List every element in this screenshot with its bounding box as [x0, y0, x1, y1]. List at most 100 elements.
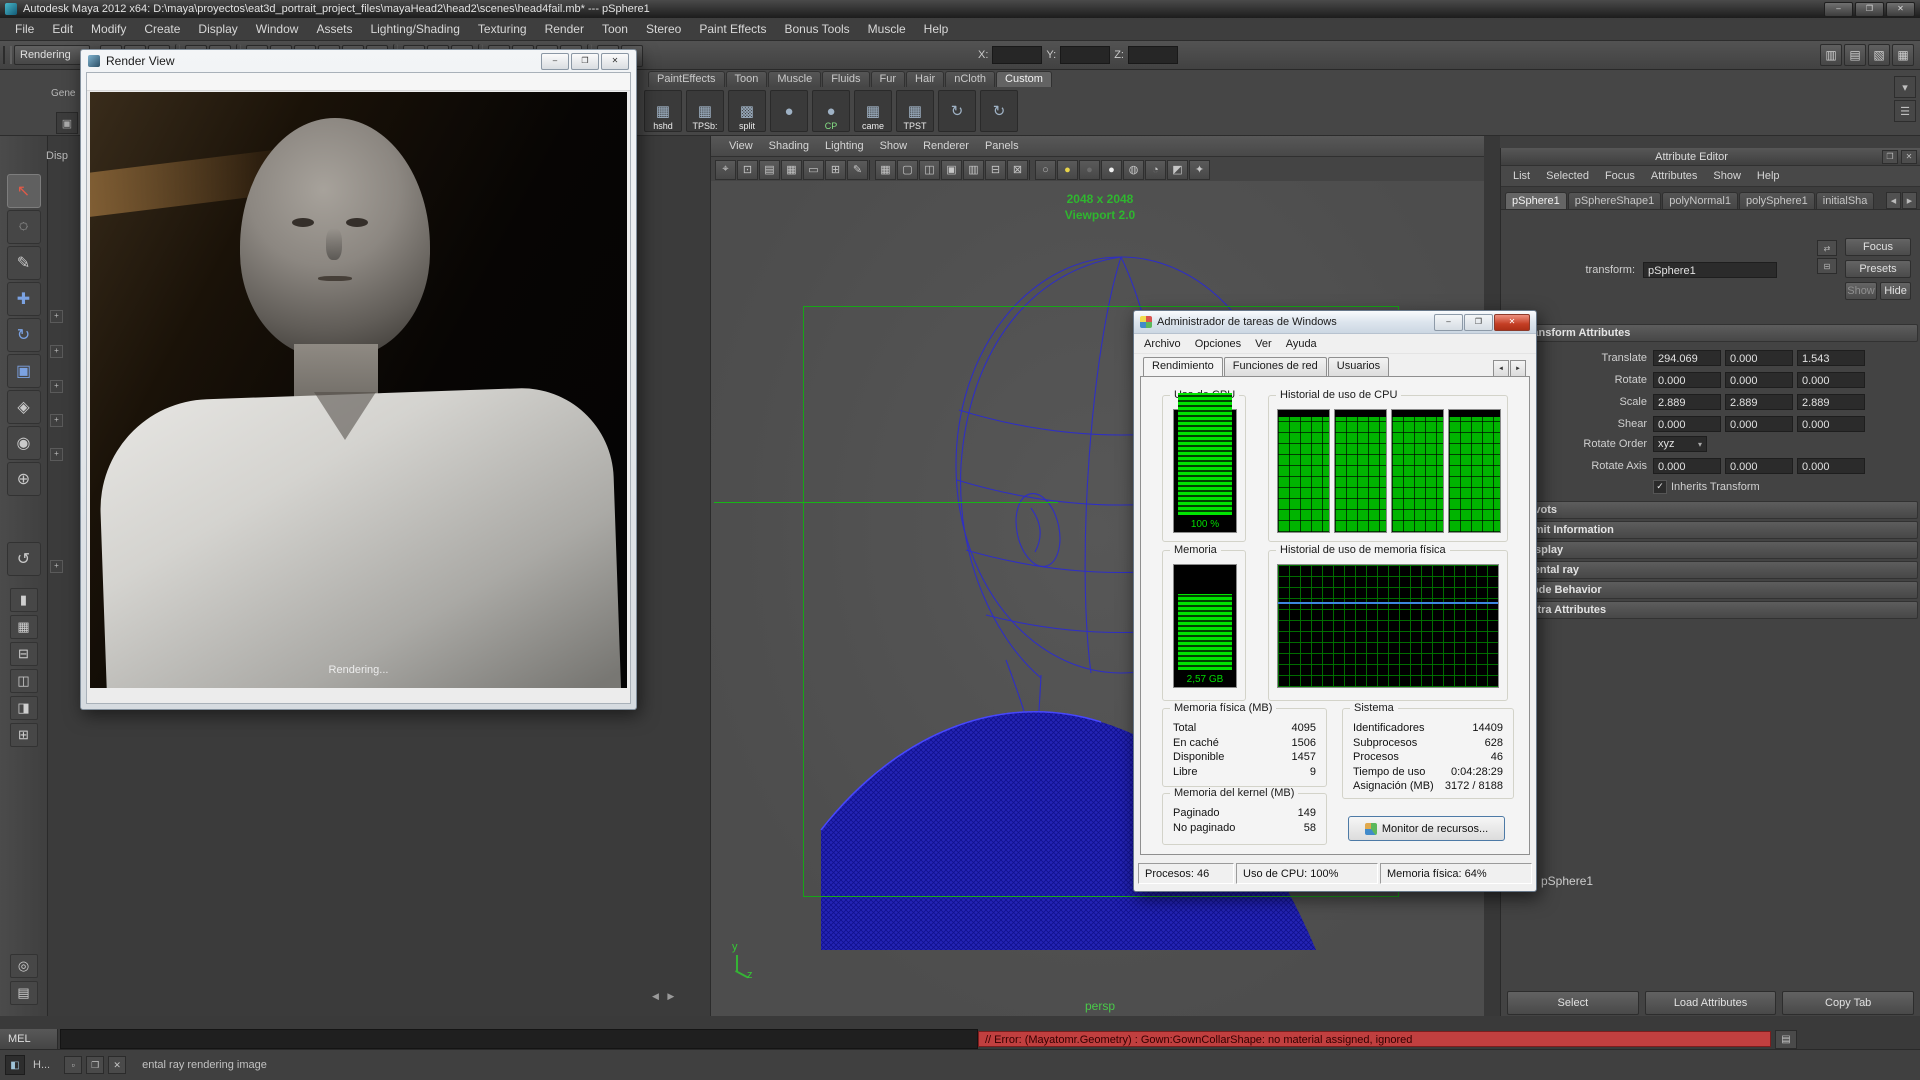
soft-modification-tool[interactable]: ◉ — [7, 426, 41, 460]
lighting-off-icon[interactable]: ○ — [1035, 160, 1056, 180]
section-node-behavior[interactable]: Node Behavior — [1505, 581, 1918, 599]
shelf-item-split[interactable]: ▩ split — [728, 90, 766, 132]
shelf-item-sphere[interactable]: ● — [770, 90, 808, 132]
ae-tab-psphereshape1[interactable]: pSphereShape1 — [1568, 192, 1662, 209]
safe-title-icon[interactable]: ⊠ — [1007, 160, 1028, 180]
isolate-select-icon[interactable]: ◩ — [1167, 160, 1188, 180]
command-language-selector[interactable]: MEL — [0, 1029, 58, 1049]
vp-menu-shading[interactable]: Shading — [761, 140, 817, 152]
menu-paint-effects[interactable]: Paint Effects — [690, 22, 775, 36]
expand-node-icon[interactable]: ⊟ — [1817, 258, 1837, 274]
copy-tab-icon[interactable]: ❐ — [1882, 150, 1898, 164]
help-line-icon[interactable]: ◧ — [5, 1055, 25, 1075]
shelf-tab-hair[interactable]: Hair — [906, 71, 944, 87]
split-pane-icon[interactable]: ❐ — [86, 1056, 104, 1074]
outliner-toggle-icon[interactable]: ◎ — [10, 954, 38, 978]
gate-mask-icon[interactable]: ▣ — [941, 160, 962, 180]
select-button[interactable]: Select — [1507, 991, 1639, 1015]
hide-button[interactable]: Hide — [1880, 282, 1911, 300]
show-manipulator-tool[interactable]: ⊕ — [7, 462, 41, 496]
menu-toon[interactable]: Toon — [593, 22, 637, 36]
command-result-error[interactable]: // Error: (Mayatomr.Geometry) : Gown:Gow… — [978, 1031, 1771, 1047]
attribute-value-y[interactable]: 0.000 — [1725, 350, 1793, 366]
rotate-order-dropdown[interactable]: xyz▾ — [1653, 436, 1707, 452]
focus-button[interactable]: Focus — [1845, 238, 1911, 256]
menu-modify[interactable]: Modify — [82, 22, 135, 36]
command-input[interactable] — [60, 1029, 978, 1049]
select-camera-icon[interactable]: ⌖ — [715, 160, 736, 180]
four-pane-layout-button[interactable]: ▦ — [10, 615, 38, 639]
tm-maximize-button[interactable]: ❐ — [1464, 314, 1493, 331]
script-editor-icon[interactable]: ▤ — [1775, 1030, 1797, 1049]
section-pivots[interactable]: Pivots — [1505, 501, 1918, 519]
shelf-item-cp[interactable]: ● CP — [812, 90, 850, 132]
menu-stereo[interactable]: Stereo — [637, 22, 690, 36]
two-pane-stacked-layout-button[interactable]: ⊟ — [10, 642, 38, 666]
two-pane-side-layout-button[interactable]: ◫ — [10, 669, 38, 693]
shelf-menu-icon[interactable]: ▾ — [1894, 76, 1916, 98]
ae-menu-show[interactable]: Show — [1705, 170, 1749, 182]
ae-tab-polysphere1[interactable]: polySphere1 — [1739, 192, 1815, 209]
vp-menu-panels[interactable]: Panels — [977, 140, 1027, 152]
menu-edit[interactable]: Edit — [43, 22, 82, 36]
shelf-tab-fur[interactable]: Fur — [871, 71, 906, 87]
rotate-axis-y[interactable]: 0.000 — [1725, 458, 1793, 474]
single-pane-icon[interactable]: ▫ — [64, 1056, 82, 1074]
ae-tab-initialsha[interactable]: initialSha — [1816, 192, 1875, 209]
single-pane-layout-button[interactable]: ▮ — [10, 588, 38, 612]
film-gate-icon[interactable]: ▢ — [897, 160, 918, 180]
rotate-axis-z[interactable]: 0.000 — [1797, 458, 1865, 474]
shelf-item-refresh-a[interactable]: ↻ — [938, 90, 976, 132]
rotate-axis-x[interactable]: 0.000 — [1653, 458, 1721, 474]
shelf-options-icon[interactable]: ☰ — [1894, 100, 1916, 122]
presets-button[interactable]: Presets — [1845, 260, 1911, 278]
section-transform-attributes[interactable]: Transform Attributes — [1503, 324, 1918, 342]
vp-menu-lighting[interactable]: Lighting — [817, 140, 872, 152]
shadows-icon[interactable]: ● — [1079, 160, 1100, 180]
attribute-value-y[interactable]: 0.000 — [1725, 416, 1793, 432]
ae-menu-attributes[interactable]: Attributes — [1643, 170, 1705, 182]
tab-scroll-left-icon[interactable]: ◀ — [1886, 192, 1901, 209]
rv-minimize-button[interactable]: – — [541, 53, 569, 70]
rv-close-button[interactable]: ✕ — [601, 53, 629, 70]
tm-menu-ayuda[interactable]: Ayuda — [1279, 338, 1324, 350]
tm-tab-funciones-red[interactable]: Funciones de red — [1224, 357, 1327, 377]
shelf-item-hshd[interactable]: ▦ hshd — [644, 90, 682, 132]
vp-menu-show[interactable]: Show — [872, 140, 916, 152]
menu-bonus-tools[interactable]: Bonus Tools — [776, 22, 859, 36]
pane-toggle[interactable] — [50, 345, 63, 358]
attribute-value-y[interactable]: 0.000 — [1725, 372, 1793, 388]
shelf-tab-muscle[interactable]: Muscle — [768, 71, 821, 87]
tab-arrow-right-icon[interactable]: ► — [1510, 360, 1526, 377]
pane-toggle[interactable] — [50, 310, 63, 323]
grid-icon[interactable]: ▦ — [875, 160, 896, 180]
shelf-tab-ncloth[interactable]: nCloth — [945, 71, 995, 87]
tm-minimize-button[interactable]: – — [1434, 314, 1463, 331]
textured-icon[interactable]: ● — [1101, 160, 1122, 180]
scale-tool[interactable]: ▣ — [7, 354, 41, 388]
menu-muscle[interactable]: Muscle — [859, 22, 915, 36]
wireframe-on-shaded-icon[interactable]: ◍ — [1123, 160, 1144, 180]
menu-texturing[interactable]: Texturing — [469, 22, 536, 36]
renderer-options-icon[interactable]: ✦ — [1189, 160, 1210, 180]
shelf-tab-custom[interactable]: Custom — [996, 71, 1052, 87]
section-limit-information[interactable]: Limit Information — [1505, 521, 1918, 539]
tm-tab-rendimiento[interactable]: Rendimiento — [1143, 357, 1223, 377]
show-tool-settings-icon[interactable]: ▧ — [1868, 44, 1890, 66]
universal-manipulator-tool[interactable]: ◈ — [7, 390, 41, 424]
shelf-tab-painteffects[interactable]: PaintEffects — [648, 71, 725, 87]
attribute-value-x[interactable]: 2.889 — [1653, 394, 1721, 410]
swap-node-icon[interactable]: ⇄ — [1817, 240, 1837, 256]
menu-display[interactable]: Display — [189, 22, 246, 36]
show-button[interactable]: Show — [1845, 282, 1877, 300]
safe-action-icon[interactable]: ⊟ — [985, 160, 1006, 180]
shelf-item-tpst[interactable]: ▦ TPST — [896, 90, 934, 132]
task-manager-titlebar[interactable]: Administrador de tareas de Windows –❐✕ — [1134, 311, 1536, 334]
camera-attributes-icon[interactable]: ▤ — [759, 160, 780, 180]
rv-maximize-button[interactable]: ❐ — [571, 53, 599, 70]
pane-toggle[interactable] — [50, 448, 63, 461]
menu-set-selector[interactable]: Rendering▾ — [14, 45, 90, 65]
shelf-tab-fluids[interactable]: Fluids — [822, 71, 869, 87]
grease-pencil-icon[interactable]: ✎ — [847, 160, 868, 180]
menu-window[interactable]: Window — [247, 22, 308, 36]
